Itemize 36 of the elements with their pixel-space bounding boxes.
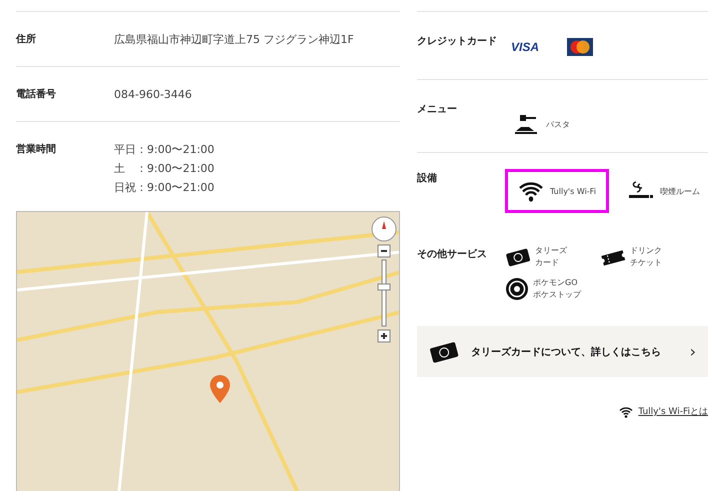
service-label: チケット bbox=[630, 257, 662, 269]
field-value: 日祝：9:00〜21:00 bbox=[114, 180, 214, 196]
service-label: カード bbox=[535, 257, 560, 269]
field-value: 084-960-3446 bbox=[114, 87, 192, 103]
card-icon bbox=[429, 340, 459, 362]
field-label: 営業時間 bbox=[16, 142, 57, 157]
item-label: 喫煙ルーム bbox=[660, 186, 700, 196]
compass-icon bbox=[371, 216, 397, 242]
field-label: クレジットカード bbox=[417, 35, 498, 49]
item-label: Tully's Wi-Fi bbox=[550, 186, 596, 196]
service-label: ドリンク bbox=[630, 245, 662, 257]
round-emblem-icon bbox=[505, 277, 529, 301]
field-value: 広島県福山市神辺町字道上75 フジグラン神辺1F bbox=[114, 32, 354, 48]
card-icon bbox=[505, 247, 531, 267]
banner-text: タリーズカードについて、詳しくはこちら bbox=[471, 346, 662, 358]
service-label: ポケストップ bbox=[533, 289, 581, 301]
service-label: タリーズ bbox=[535, 245, 567, 257]
wifi-info-link[interactable]: Tully's Wi-Fiとは bbox=[638, 405, 708, 418]
zoom-slider-icon bbox=[377, 244, 391, 344]
visa-logo: VISA bbox=[510, 40, 540, 54]
service-label: ポケモンGO bbox=[533, 277, 578, 289]
field-label: 住所 bbox=[16, 32, 37, 47]
card-logo-icon bbox=[567, 38, 594, 56]
item-label: パスタ bbox=[546, 118, 570, 130]
card-info-link[interactable]: タリーズカードについて、詳しくはこちら › bbox=[417, 326, 708, 377]
field-label: その他サービス bbox=[417, 248, 488, 262]
field-label: 電話番号 bbox=[16, 88, 57, 102]
field-label: 設備 bbox=[417, 172, 438, 186]
chevron-icon: › bbox=[690, 342, 696, 361]
field-label: メニュー bbox=[417, 103, 458, 117]
wifi-icon bbox=[619, 406, 634, 418]
wifi-icon bbox=[518, 180, 544, 202]
field-value: 土 ：9:00〜21:00 bbox=[114, 161, 214, 177]
pasta-plate-icon bbox=[514, 113, 540, 135]
map-pin-icon bbox=[210, 375, 230, 403]
field-value: 平日：9:00〜21:00 bbox=[114, 142, 214, 158]
